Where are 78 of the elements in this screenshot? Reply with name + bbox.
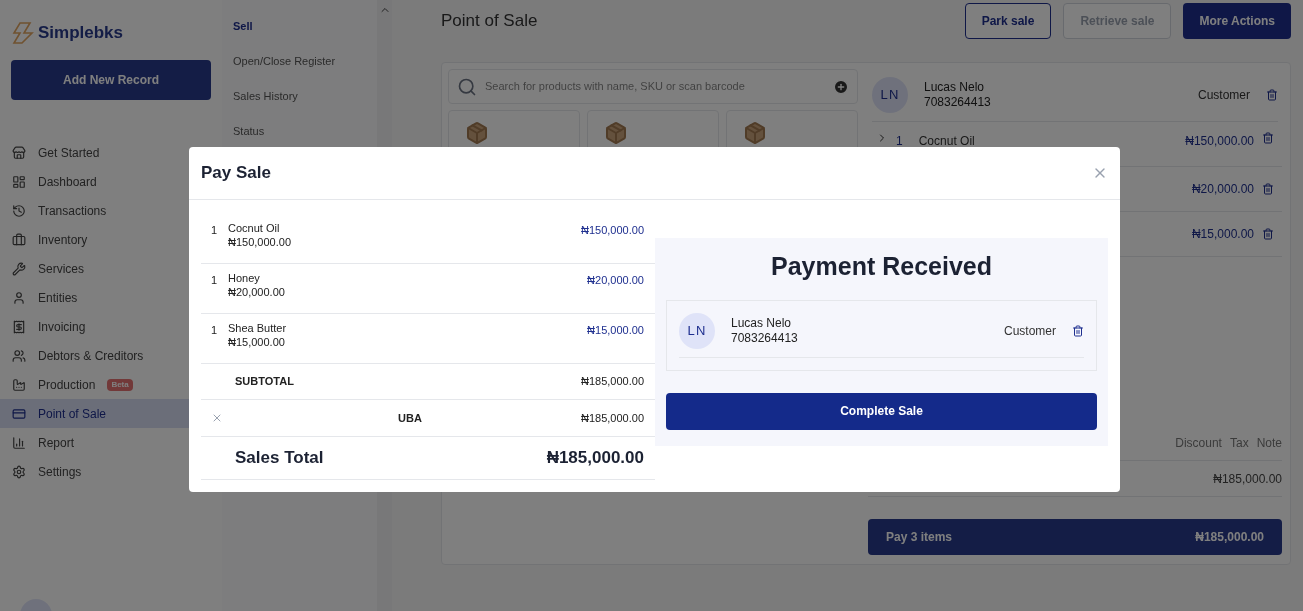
subtotal-amount: ₦185,000.00 — [581, 374, 644, 390]
trash-icon[interactable] — [1266, 89, 1278, 101]
item-qty: 1 — [896, 133, 903, 150]
history-icon — [12, 203, 26, 218]
remove-icon[interactable] — [211, 412, 223, 424]
briefcase-icon — [12, 232, 26, 247]
customer-name: Lucas Nelo — [731, 315, 793, 331]
sales-total-label: Sales Total — [235, 447, 324, 470]
trash-icon[interactable] — [1262, 132, 1274, 144]
add-icon[interactable] — [833, 78, 849, 95]
search-field[interactable]: Search for products with name, SKU or scan barcode — [448, 69, 858, 104]
payment-status: Payment Received — [770, 251, 993, 282]
sidebar-item[interactable]: Report — [0, 428, 222, 457]
line-unit-price: ₦150,000.00 — [228, 235, 291, 250]
add-record-button[interactable]: Add New Record — [11, 60, 211, 100]
page-title: Point of Sale — [441, 10, 538, 33]
sales-total-amount: ₦185,000.00 — [546, 447, 644, 470]
line-total: ₦15,000.00 — [587, 323, 645, 338]
item-price: ₦150,000.00 — [1185, 133, 1254, 150]
cart-total: ₦185,000.00 — [1213, 470, 1282, 488]
pay-button[interactable]: Pay 3 items ₦185,000.00 — [868, 519, 1282, 555]
sidebar-item[interactable]: Production Beta — [0, 370, 222, 399]
sidebar-item[interactable]: Debtors & Creditors — [0, 341, 222, 370]
line-name: Honey — [228, 272, 261, 286]
line-name: Cocnut Oil — [228, 222, 281, 236]
box-icon — [465, 121, 489, 145]
complete-sale-button[interactable]: Complete Sale — [666, 392, 1097, 430]
factory-icon — [12, 377, 26, 392]
users-icon — [12, 348, 26, 363]
subnav-item[interactable]: Open/Close Register — [233, 53, 377, 72]
beta-badge: Beta — [107, 378, 133, 391]
line-qty: 1 — [211, 323, 219, 338]
item-price: ₦20,000.00 — [1191, 181, 1254, 198]
dashboard-icon — [12, 174, 26, 189]
card-icon — [12, 406, 26, 421]
item-price: ₦15,000.00 — [1191, 226, 1254, 243]
search-icon — [457, 76, 477, 97]
box-icon — [604, 121, 628, 145]
payment-method: UBA — [398, 410, 422, 426]
trash-icon[interactable] — [1262, 228, 1274, 240]
line-total: ₦20,000.00 — [587, 273, 645, 288]
trash-icon[interactable] — [1262, 183, 1274, 195]
column-label[interactable]: Discount — [1175, 434, 1222, 452]
trash-icon[interactable] — [1072, 324, 1084, 337]
line-unit-price: ₦20,000.00 — [228, 285, 285, 300]
receipt-icon — [12, 319, 26, 334]
subnav-item[interactable]: Sales History — [233, 88, 377, 107]
header-button[interactable]: More Actions — [1183, 3, 1291, 39]
customer-role: Customer — [1198, 87, 1250, 104]
item-name: Cocnut Oil — [918, 133, 975, 150]
customer-name: Lucas Nelo — [924, 80, 986, 95]
settings-icon — [12, 464, 26, 479]
sidebar-item[interactable]: Transactions — [0, 196, 222, 225]
customer-phone: 7083264413 — [731, 330, 798, 346]
logo-text: Simplebks — [38, 22, 124, 45]
line-name: Shea Butter — [228, 322, 287, 336]
avatar: LN — [872, 77, 908, 113]
line-total: ₦150,000.00 — [581, 223, 645, 238]
user-icon — [12, 290, 26, 305]
box-icon — [743, 121, 767, 145]
line-qty: 1 — [211, 223, 219, 238]
search-input[interactable]: Search for products with name, SKU or scan barcode — [485, 78, 825, 95]
payment-amount: ₦185,000.00 — [581, 410, 644, 426]
customer-role: Customer — [1004, 322, 1056, 340]
avatar: LN — [679, 312, 715, 349]
column-label[interactable]: Note — [1256, 434, 1282, 452]
subtotal-label: SUBTOTAL — [235, 374, 294, 390]
store-icon — [12, 145, 26, 160]
subnav-item[interactable]: Status — [233, 123, 377, 142]
column-label[interactable]: Tax — [1229, 434, 1249, 452]
subnav-item[interactable]: Sell — [233, 18, 377, 37]
wrench-icon — [12, 261, 26, 276]
bar-chart-icon — [12, 435, 26, 450]
logo-icon — [12, 21, 34, 45]
sidebar-item[interactable]: Settings — [0, 457, 222, 486]
customer-phone: 7083264413 — [924, 95, 991, 110]
header-button[interactable]: Park sale — [964, 3, 1052, 39]
line-unit-price: ₦15,000.00 — [228, 335, 286, 350]
